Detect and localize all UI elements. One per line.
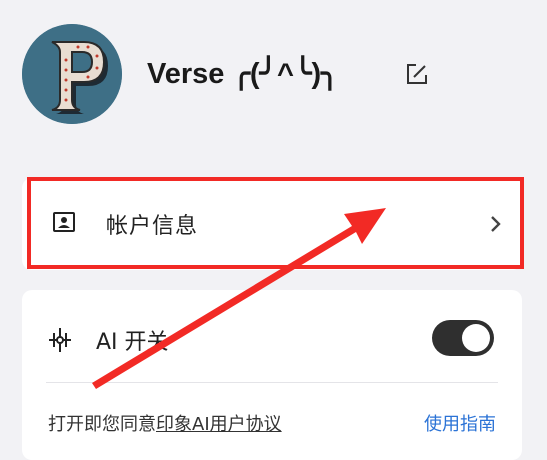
avatar-p-logo bbox=[22, 24, 122, 124]
sparkle-icon bbox=[49, 328, 71, 352]
ai-settings-card: AI 开关 打开即您同意印象AI用户协议 使用指南 bbox=[22, 290, 522, 460]
chevron-right-icon bbox=[491, 216, 501, 232]
ai-toggle[interactable] bbox=[432, 320, 494, 356]
account-info-row[interactable]: 帐户信息 bbox=[22, 178, 522, 270]
agreement-text: 打开即您同意印象AI用户协议 bbox=[48, 410, 282, 436]
account-info-label: 帐户信息 bbox=[106, 214, 199, 239]
divider bbox=[46, 382, 498, 383]
user-agreement-link[interactable]: 印象AI用户协议 bbox=[156, 414, 282, 435]
usage-guide-link[interactable]: 使用指南 bbox=[424, 410, 496, 436]
id-card-icon bbox=[53, 212, 75, 232]
toggle-knob bbox=[462, 324, 490, 352]
edit-icon[interactable] bbox=[404, 61, 430, 87]
ai-switch-label: AI 开关 bbox=[96, 330, 169, 355]
agreement-prefix: 打开即您同意 bbox=[48, 414, 156, 435]
profile-name: Verse ╭(╯^╰)╮ bbox=[147, 58, 339, 90]
avatar[interactable] bbox=[22, 24, 122, 124]
